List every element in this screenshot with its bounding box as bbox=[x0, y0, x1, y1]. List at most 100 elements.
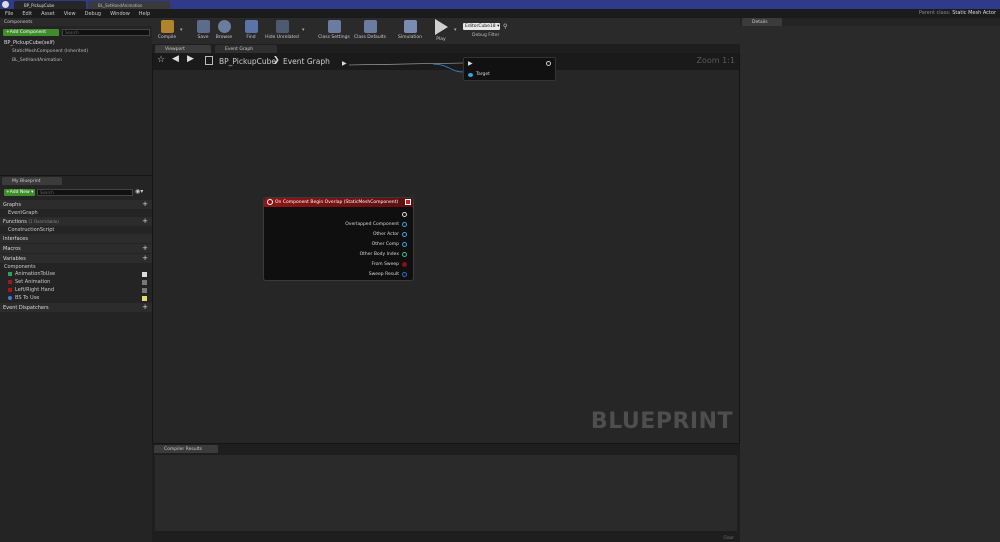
my-blueprint-search-input[interactable]: Search bbox=[37, 189, 133, 196]
menu-window[interactable]: Window bbox=[110, 11, 130, 17]
editor-tab-bar: Viewport Event Graph bbox=[152, 44, 740, 53]
add-graph-plus-icon[interactable]: + bbox=[142, 201, 148, 208]
class-settings-button[interactable]: Class Settings bbox=[316, 20, 352, 40]
hide-unrelated-chevron-icon[interactable]: ▾ bbox=[302, 27, 305, 33]
pin-other-comp[interactable]: Other Comp bbox=[264, 239, 413, 249]
exec-out-pin[interactable] bbox=[264, 209, 413, 219]
event-node[interactable]: On Component Begin Overlap (StaticMeshCo… bbox=[263, 197, 414, 281]
compile-button[interactable]: Compile bbox=[152, 20, 182, 40]
menu-asset[interactable]: Asset bbox=[41, 11, 55, 17]
hide-unrelated-icon bbox=[275, 20, 289, 33]
variable-set-animation[interactable]: Set Animation bbox=[0, 278, 152, 286]
play-options-chevron-icon[interactable]: ▾ bbox=[454, 27, 457, 33]
class-settings-label: Class Settings bbox=[318, 35, 350, 40]
compile-options-chevron-icon[interactable]: ▾ bbox=[180, 27, 183, 33]
window-tab-bp-pickupcube[interactable]: BP_PickupCube bbox=[14, 1, 86, 9]
debug-search-icon[interactable]: ⚲ bbox=[503, 23, 507, 30]
find-button[interactable]: Find bbox=[236, 20, 266, 40]
pin-sweep-result[interactable]: Sweep Result bbox=[264, 269, 413, 279]
section-event-dispatchers[interactable]: Event Dispatchers + bbox=[0, 303, 152, 312]
pin-from-sweep[interactable]: From Sweep bbox=[264, 259, 413, 269]
tab-details[interactable]: Details bbox=[742, 18, 782, 26]
class-defaults-button[interactable]: Class Defaults bbox=[351, 20, 389, 40]
exec-pin-icon[interactable]: ▶ bbox=[342, 60, 347, 67]
class-defaults-icon bbox=[363, 20, 377, 33]
add-macro-plus-icon[interactable]: + bbox=[142, 245, 148, 252]
tab-viewport[interactable]: Viewport bbox=[155, 45, 211, 53]
visibility-eye-icon[interactable] bbox=[142, 287, 147, 293]
section-interfaces[interactable]: Interfaces bbox=[0, 234, 152, 243]
menu-file[interactable]: File bbox=[5, 11, 13, 17]
exec-wire bbox=[348, 62, 464, 73]
object-pin-icon[interactable] bbox=[402, 231, 407, 237]
menu-debug[interactable]: Debug bbox=[85, 11, 101, 17]
struct-pin-icon[interactable] bbox=[402, 271, 407, 277]
browse-button[interactable]: Browse bbox=[209, 20, 239, 40]
function-item-construction[interactable]: ConstructionScript bbox=[0, 226, 152, 234]
hide-unrelated-button[interactable]: Hide Unrelated bbox=[264, 20, 300, 40]
component-item-staticmesh[interactable]: StaticMeshComponent (Inherited) bbox=[12, 49, 88, 54]
variables-components-category[interactable]: Components bbox=[0, 263, 152, 270]
view-options-eye-icon[interactable]: ◉▾ bbox=[135, 188, 143, 195]
save-icon bbox=[196, 20, 210, 33]
add-function-plus-icon[interactable]: + bbox=[142, 218, 148, 225]
tab-compiler-results[interactable]: Compiler Results bbox=[154, 445, 218, 453]
event-node-header[interactable]: On Component Begin Overlap (StaticMeshCo… bbox=[264, 198, 413, 207]
simulation-label: Simulation bbox=[398, 35, 422, 40]
section-functions[interactable]: Functions (1 Overridable) + bbox=[0, 217, 152, 226]
simulation-button[interactable]: Simulation bbox=[393, 20, 427, 40]
menu-bar: File Edit Asset View Debug Window Help bbox=[0, 9, 1000, 18]
save-label: Save bbox=[197, 35, 209, 40]
components-search-input[interactable]: Search bbox=[62, 29, 150, 36]
debug-object-select[interactable]: EditorCube18 ▾ bbox=[463, 23, 500, 30]
pin-other-body-index[interactable]: Other Body Index bbox=[264, 249, 413, 259]
toolbar: Compile ▾ Save Browse Find Hide Unrelate… bbox=[152, 18, 740, 44]
add-new-button[interactable]: +Add New ▾ bbox=[4, 189, 35, 196]
boolean-pin-icon[interactable] bbox=[402, 261, 407, 267]
components-panel: Components +Add Component Search BP_Pick… bbox=[0, 18, 152, 175]
visibility-eye-icon[interactable] bbox=[142, 279, 147, 285]
variable-bs-to-use[interactable]: BS To Use bbox=[0, 294, 152, 302]
component-item-self[interactable]: BP_PickupCube(self) bbox=[4, 40, 55, 46]
menu-view[interactable]: View bbox=[64, 11, 76, 17]
add-dispatcher-plus-icon[interactable]: + bbox=[142, 304, 148, 311]
pin-overlapped-component[interactable]: Overlapped Component bbox=[264, 219, 413, 229]
compiler-clear-button[interactable]: Clear bbox=[724, 535, 734, 540]
my-blueprint-tree: Graphs + EventGraph Functions (1 Overrida… bbox=[0, 200, 152, 312]
menu-help[interactable]: Help bbox=[139, 11, 150, 17]
components-category-label: Components bbox=[4, 263, 36, 270]
simulation-icon bbox=[403, 20, 417, 33]
object-pin-icon[interactable] bbox=[402, 221, 407, 227]
tab-event-graph[interactable]: Event Graph bbox=[215, 45, 277, 53]
play-icon bbox=[434, 19, 448, 35]
exec-out-pin-icon[interactable] bbox=[546, 61, 551, 66]
section-graphs[interactable]: Graphs + bbox=[0, 200, 152, 209]
visibility-eye-icon[interactable] bbox=[142, 271, 147, 277]
component-item-sethandanimation[interactable]: BL_SetHandAnimation bbox=[12, 58, 62, 63]
section-macros[interactable]: Macros + bbox=[0, 244, 152, 253]
play-button[interactable]: Play bbox=[426, 19, 456, 42]
delegate-pin-icon[interactable] bbox=[405, 199, 411, 205]
graph-item-eventgraph[interactable]: EventGraph bbox=[0, 209, 152, 217]
variable-left-right-hand[interactable]: Left/Right Hand bbox=[0, 286, 152, 294]
tab-my-blueprint[interactable]: My Blueprint bbox=[2, 177, 62, 185]
add-variable-plus-icon[interactable]: + bbox=[142, 255, 148, 262]
exec-in-pin-icon[interactable]: ▶ bbox=[468, 60, 473, 67]
target-pin-icon[interactable] bbox=[468, 73, 473, 77]
parent-class-value[interactable]: Static Mesh Actor bbox=[952, 10, 996, 16]
variable-type-icon bbox=[8, 280, 12, 284]
variable-animationtouse[interactable]: AnimationToUse bbox=[0, 270, 152, 278]
target-node[interactable]: ▶ Target bbox=[463, 57, 556, 81]
variable-label: BS To Use bbox=[15, 295, 40, 301]
section-variables[interactable]: Variables + bbox=[0, 254, 152, 263]
integer-pin-icon[interactable] bbox=[402, 251, 407, 257]
pin-other-actor[interactable]: Other Actor bbox=[264, 229, 413, 239]
graph-canvas[interactable]: ☆ ◀ ▶ BP_PickupCube ❯ Event Graph Zoom 1… bbox=[153, 53, 739, 443]
object-pin-icon[interactable] bbox=[402, 241, 407, 247]
compiler-tab-label: Compiler Results bbox=[164, 447, 202, 452]
exec-out-pin-icon[interactable] bbox=[402, 211, 407, 217]
menu-edit[interactable]: Edit bbox=[22, 11, 32, 17]
add-component-button[interactable]: +Add Component bbox=[3, 29, 59, 36]
window-tab-bl-sethandanimation[interactable]: BL_SetHandAnimation bbox=[88, 1, 170, 9]
visibility-eye-icon[interactable] bbox=[142, 295, 147, 301]
